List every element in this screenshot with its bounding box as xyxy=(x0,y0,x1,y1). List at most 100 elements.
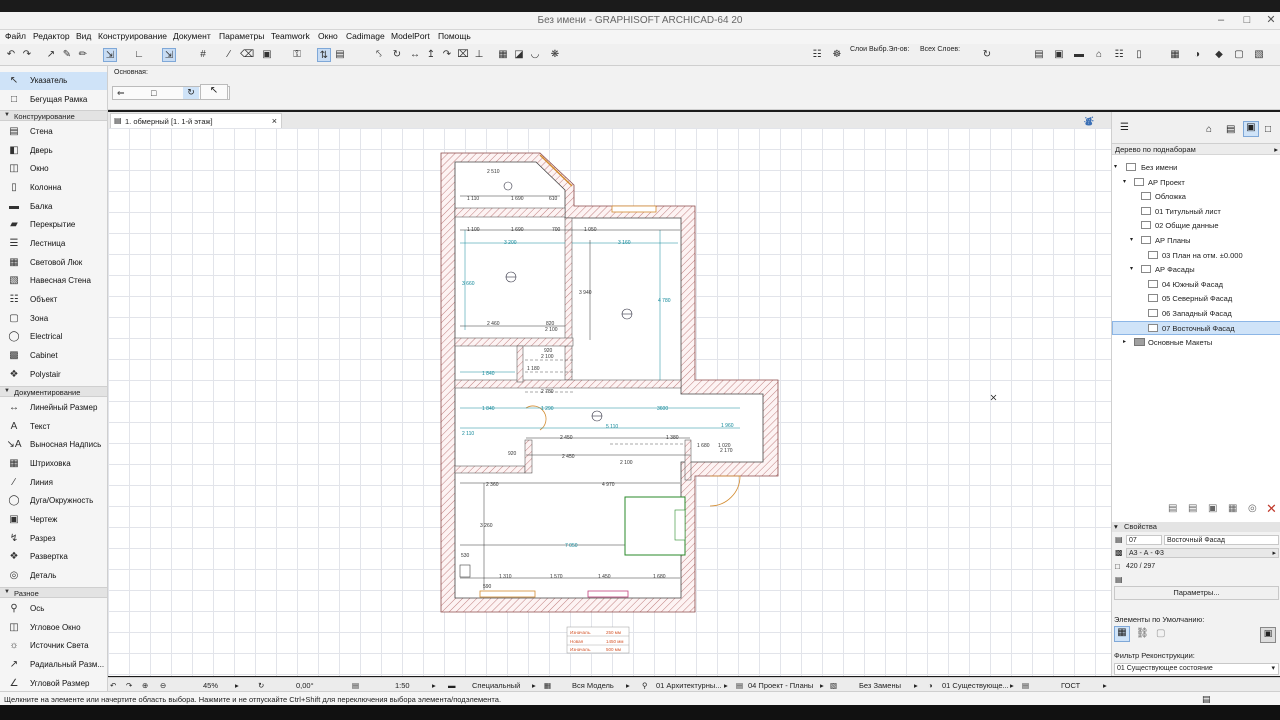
tool-zone[interactable]: ▢ Зона xyxy=(0,310,107,328)
menu-cadimage[interactable]: Cadimage xyxy=(346,31,385,41)
master-icon[interactable]: ▣ xyxy=(1208,503,1217,514)
tool-grid[interactable]: ⚲ Ось xyxy=(0,600,107,618)
tree-item[interactable]: 04 Южный Фасад xyxy=(1112,277,1280,291)
properties-header[interactable]: ▾ Свойства xyxy=(1112,522,1280,532)
tool-wall[interactable]: ▤ Стена xyxy=(0,123,107,141)
tool-corner-window[interactable]: ◫ Угловое Окно xyxy=(0,619,107,637)
offset-icon[interactable]: ↷ xyxy=(440,48,454,62)
tree-item[interactable]: Обложка xyxy=(1112,189,1280,203)
tool-cabinet[interactable]: ▩ Cabinet xyxy=(0,347,107,365)
tool-section[interactable]: ↯ Разрез xyxy=(0,530,107,548)
mesh-tool-icon[interactable]: ▦ xyxy=(1168,48,1182,62)
intersect-icon[interactable]: ◪ xyxy=(512,48,526,62)
roof-tool-icon[interactable]: ⌂ xyxy=(1092,48,1106,62)
minimize-icon[interactable]: – xyxy=(1208,12,1234,28)
fillet-icon[interactable]: ◡ xyxy=(528,48,542,62)
rotate-icon[interactable]: ↻ xyxy=(390,48,404,62)
tree-item[interactable]: 06 Западный Фасад xyxy=(1112,306,1280,320)
rotate-view-icon[interactable]: ↻ xyxy=(258,681,264,690)
tree-item[interactable]: 05 Северный Фасад xyxy=(1112,291,1280,305)
trace-icon[interactable]: ⇅ xyxy=(317,48,331,62)
tool-electrical[interactable]: ◯ Electrical xyxy=(0,328,107,346)
redo-view-icon[interactable]: ↷ xyxy=(126,681,132,690)
menu-edit[interactable]: Редактор xyxy=(33,31,70,41)
slab-tool-icon[interactable]: ▣ xyxy=(1052,48,1066,62)
tool-fill[interactable]: ▦ Штриховка xyxy=(0,455,107,473)
curtain-wall-icon[interactable]: ▧ xyxy=(1252,48,1266,62)
refresh-icon[interactable]: ↻ xyxy=(980,48,994,62)
close-icon[interactable]: ✕ xyxy=(1258,12,1280,28)
grid-snap-icon[interactable]: # xyxy=(196,48,210,62)
graphic-override[interactable]: Без Замены xyxy=(859,681,901,690)
morph-tool-icon[interactable]: ◆ xyxy=(1212,48,1226,62)
zoom-out-icon[interactable]: ⊖ xyxy=(160,681,166,690)
stamp-icon[interactable]: ⛓ xyxy=(1136,628,1149,639)
tool-slab[interactable]: ▰ Перекрытие xyxy=(0,216,107,234)
mirror-icon[interactable]: ↔ xyxy=(408,48,422,62)
elevate-icon[interactable]: ↥ xyxy=(424,48,438,62)
menu-modelport[interactable]: ModelPort xyxy=(391,31,430,41)
tree-item[interactable]: ▾ АР Планы xyxy=(1112,233,1280,247)
section-more[interactable]: ▼ Разное xyxy=(0,587,107,598)
tree-item[interactable]: ▾ АР Проект xyxy=(1112,175,1280,189)
tool-object[interactable]: ☷ Объект xyxy=(0,291,107,309)
tree-item[interactable]: 01 Титульный лист xyxy=(1112,204,1280,218)
column-tool-icon[interactable]: ▯ xyxy=(1132,48,1146,62)
lock-icon[interactable]: ⚿ xyxy=(290,48,304,62)
section-documentation[interactable]: ▼ Документирование xyxy=(0,386,107,397)
tool-linear-dimension[interactable]: ↔ Линейный Размер xyxy=(0,399,107,417)
tab-floor-plan[interactable]: ▤ 1. обмерный [1. 1-й этаж] × xyxy=(110,113,282,128)
tree-item[interactable]: ▾ АР Фасады xyxy=(1112,262,1280,276)
guide-line-icon[interactable]: ∟ xyxy=(132,48,146,62)
dimension-standard[interactable]: ГОСТ xyxy=(1061,681,1080,690)
marquee-mode-icon[interactable]: ⇐ xyxy=(117,88,125,99)
menu-window[interactable]: Окно xyxy=(318,31,338,41)
suspend-groups-icon[interactable]: ▣ xyxy=(260,48,274,62)
view-options-icon[interactable]: ⛇ xyxy=(1084,114,1094,129)
navigator-menu-icon[interactable]: ☰ xyxy=(1120,122,1129,133)
report-icon[interactable]: ▤ xyxy=(1202,694,1211,705)
snap-guide-icon[interactable]: ⇲ xyxy=(162,48,176,62)
format-icon[interactable]: ▢ xyxy=(1156,628,1165,639)
floor-plan-canvas[interactable]: 2 510 1 110 1 690 610 1 100 1 690 700 1 … xyxy=(108,128,1111,676)
tool-detail[interactable]: ◎ Деталь xyxy=(0,567,107,585)
tool-angle-dimension[interactable]: ∠ Угловой Размер xyxy=(0,675,107,692)
renovation-filter-select[interactable]: 01 Существующее состояние ▾ xyxy=(1114,663,1279,675)
menu-document[interactable]: Документ xyxy=(173,31,211,41)
undo-view-icon[interactable]: ↶ xyxy=(110,681,116,690)
zoom-value[interactable]: 45% xyxy=(203,681,218,690)
layer-combo-icon[interactable]: ☷ xyxy=(810,48,824,62)
grid-defaults-icon[interactable]: ▦ xyxy=(1114,626,1130,642)
new-layout-icon[interactable]: ▤ xyxy=(1168,503,1177,514)
tool-curtain-wall[interactable]: ▧ Навесная Стена xyxy=(0,272,107,290)
tool-interior-elevation[interactable]: ❖ Развертка xyxy=(0,548,107,566)
tool-text[interactable]: A Текст xyxy=(0,418,107,436)
delete-icon[interactable]: ✕ xyxy=(1266,501,1277,517)
close-tab-icon[interactable]: × xyxy=(272,116,277,126)
rotated-mode-icon[interactable]: ↻ xyxy=(183,87,199,99)
tree-item-selected[interactable]: 07 Восточный Фасад xyxy=(1112,321,1280,335)
zone-tool-icon[interactable]: ▢ xyxy=(1232,48,1246,62)
drag-icon[interactable]: ⤣ xyxy=(372,48,386,62)
layout-name-field[interactable]: Восточный Фасад xyxy=(1164,535,1279,545)
erase-icon[interactable]: ⌫ xyxy=(240,48,254,62)
inject-icon[interactable]: ✎ xyxy=(60,48,74,62)
shell-tool-icon[interactable]: ◑ xyxy=(1190,48,1204,62)
split-icon[interactable]: ⊥ xyxy=(472,48,486,62)
defaults-settings-icon[interactable]: ▣ xyxy=(1260,627,1276,643)
eyedropper-icon[interactable]: ✏ xyxy=(76,48,90,62)
rectangle-mode-icon[interactable]: □ xyxy=(151,88,156,98)
tool-window[interactable]: ◫ Окно xyxy=(0,160,107,178)
tool-door[interactable]: ◧ Дверь xyxy=(0,142,107,160)
master-layout-select[interactable]: А3 - А - Ф3 ▸ xyxy=(1126,548,1279,558)
tool-stair[interactable]: ☰ Лестница xyxy=(0,235,107,253)
layer-combination[interactable]: 01 Архитектурны... xyxy=(656,681,721,690)
scale-value[interactable]: 1:50 xyxy=(395,681,410,690)
tool-arc[interactable]: ◯ Дуга/Окружность xyxy=(0,492,107,510)
publisher-icon[interactable]: □ xyxy=(1265,124,1271,135)
tool-lamp[interactable]: ☼ Источник Света xyxy=(0,637,107,655)
ruler-icon[interactable]: ∕ xyxy=(222,48,236,62)
menu-view[interactable]: Вид xyxy=(76,31,91,41)
view-map-icon[interactable]: ▤ xyxy=(1226,124,1235,135)
trace-reference-icon[interactable]: ▤ xyxy=(333,48,347,62)
